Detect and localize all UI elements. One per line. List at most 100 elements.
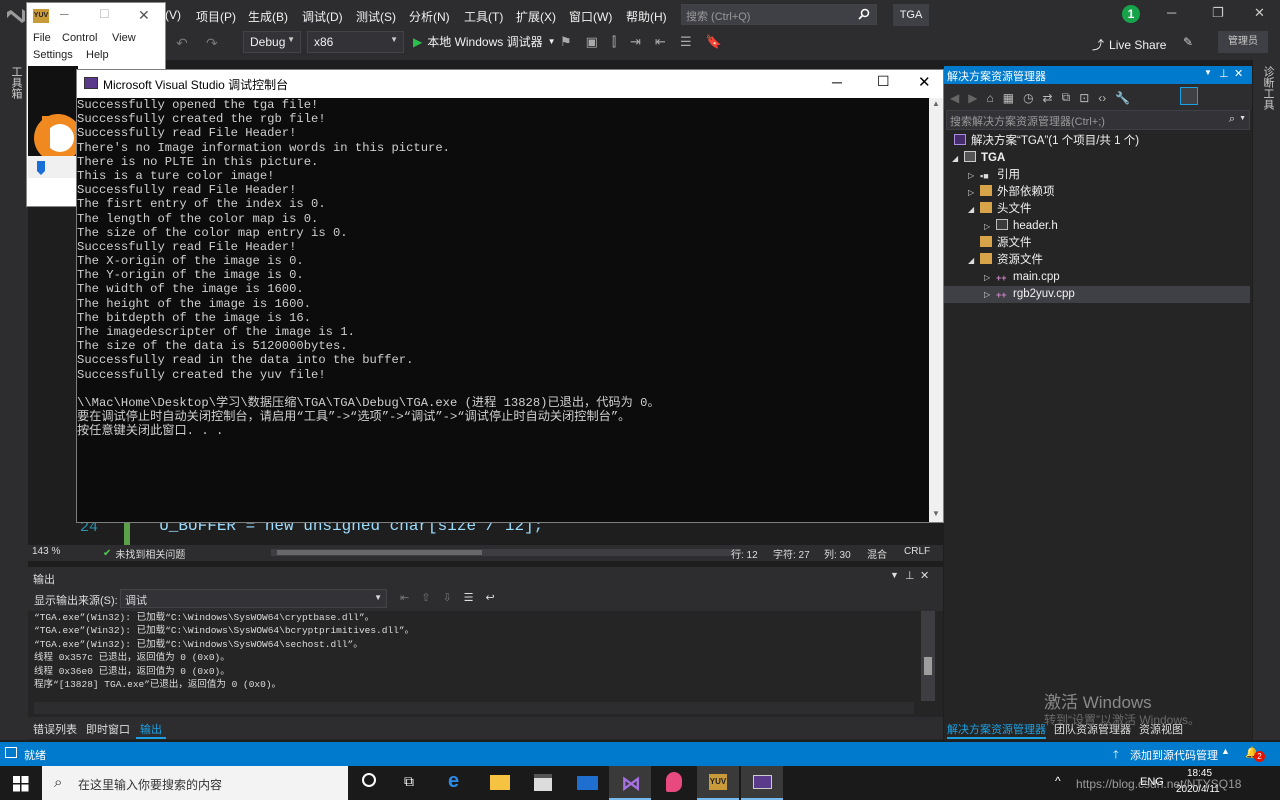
vs-search-box[interactable]: 搜索 (Ctrl+Q): [681, 4, 877, 25]
live-share-button[interactable]: ⤴ Live Share: [1092, 36, 1166, 53]
feedback-icon[interactable]: ✎: [1183, 35, 1193, 49]
close-icon[interactable]: ✕: [1234, 67, 1243, 80]
yuv-viewer-taskbar-icon[interactable]: YUV: [697, 766, 739, 800]
close-icon[interactable]: ✕: [918, 73, 931, 91]
minimize-icon[interactable]: ─: [832, 74, 842, 90]
tree-item-external-deps[interactable]: ▷ 外部依赖项: [968, 184, 1055, 201]
menu-help[interactable]: Help: [86, 49, 109, 61]
minimize-icon[interactable]: ─: [1167, 5, 1176, 20]
maximize-icon[interactable]: ☐: [877, 73, 890, 90]
configuration-select[interactable]: Debug ▼: [243, 31, 301, 53]
notification-count-badge[interactable]: 1: [1122, 5, 1140, 23]
tab-solution-explorer[interactable]: 解决方案资源管理器: [947, 721, 1046, 739]
menu-settings[interactable]: Settings: [33, 49, 73, 61]
back-icon[interactable]: ◀: [950, 91, 959, 105]
chevron-up-icon[interactable]: ▲: [1221, 746, 1230, 756]
redo-icon[interactable]: ↷: [206, 35, 218, 52]
diagnostics-tab[interactable]: 诊断工具: [1260, 66, 1276, 110]
show-all-files-icon[interactable]: ⊡: [1079, 91, 1089, 105]
menu-view[interactable]: (V): [165, 8, 181, 22]
screenshot-icon[interactable]: ▣: [586, 34, 598, 50]
visual-studio-taskbar-icon[interactable]: ⋈: [609, 766, 651, 800]
slider-thumb-icon[interactable]: [36, 160, 46, 176]
solution-explorer-title-bar[interactable]: 解决方案资源管理器 ▼ ⊥ ✕: [944, 66, 1252, 84]
chevron-up-icon[interactable]: ^: [1055, 774, 1061, 788]
clear-all-icon[interactable]: ☰: [464, 591, 474, 604]
word-wrap-icon[interactable]: ↩: [486, 591, 495, 604]
align-icon[interactable]: ⫿: [612, 34, 616, 50]
pending-changes-icon[interactable]: ◷: [1023, 91, 1033, 105]
find-message-icon[interactable]: ⇤: [400, 591, 409, 604]
solution-explorer-search[interactable]: 搜索解决方案资源管理器(Ctrl+;) ⌕ ▼: [946, 110, 1250, 130]
chevron-down-icon[interactable]: ▼: [1204, 68, 1212, 77]
previous-message-icon[interactable]: ⇧: [421, 591, 430, 604]
collapse-all-icon[interactable]: ⧉: [1062, 90, 1071, 105]
preview-selected-button[interactable]: [1180, 87, 1198, 105]
tree-item-references[interactable]: ▷ ▪■ 引用: [968, 167, 1020, 184]
tabs-mode[interactable]: 混合: [867, 546, 887, 561]
console-scrollbar[interactable]: ▲ ▼: [929, 98, 943, 522]
task-view-cortana-icon[interactable]: [349, 766, 391, 800]
output-window-icon[interactable]: [5, 747, 17, 758]
line-ending[interactable]: CRLF: [904, 546, 930, 557]
console-output[interactable]: Successfully opened the tga file! Success…: [77, 98, 929, 522]
taskbar-search-box[interactable]: ⌕ 在这里输入你要搜索的内容: [42, 766, 348, 800]
properties-icon[interactable]: 🔧: [1115, 91, 1130, 105]
close-icon[interactable]: ✕: [1254, 5, 1265, 21]
undo-icon[interactable]: ↶: [176, 35, 188, 52]
forward-icon[interactable]: ▶: [968, 91, 977, 105]
menu-control[interactable]: Control: [62, 32, 97, 44]
menu-build[interactable]: 生成(B): [248, 8, 288, 25]
chevron-down-icon[interactable]: ▼: [890, 570, 899, 580]
next-message-icon[interactable]: ⇩: [442, 591, 451, 604]
output-scrollbar[interactable]: [921, 611, 935, 701]
home-icon[interactable]: ⌂: [986, 91, 993, 105]
view-code-icon[interactable]: ‹›: [1098, 91, 1106, 105]
menu-tools[interactable]: 工具(T): [464, 8, 503, 25]
issues-indicator[interactable]: ✔ 未找到相关问题: [103, 546, 185, 561]
paint-3d-icon[interactable]: [653, 766, 695, 800]
add-source-control[interactable]: 添加到源代码管理: [1130, 747, 1218, 763]
sync-icon[interactable]: ⇄: [1043, 91, 1053, 105]
console-taskbar-icon[interactable]: [741, 766, 783, 800]
bookmark-icon[interactable]: ⚑: [560, 34, 572, 50]
menu-help[interactable]: 帮助(H): [626, 8, 667, 25]
mail-icon[interactable]: [566, 766, 608, 800]
minimize-icon[interactable]: ─: [60, 7, 69, 21]
menu-debug[interactable]: 调试(D): [302, 8, 343, 25]
close-icon[interactable]: ✕: [920, 569, 929, 582]
scroll-up-icon[interactable]: ▲: [932, 99, 940, 108]
scroll-down-icon[interactable]: ▼: [932, 509, 940, 518]
bookmark-set-icon[interactable]: 🔖: [706, 34, 722, 50]
windows-start-icon[interactable]: [13, 776, 29, 792]
comment-icon[interactable]: ☰: [680, 34, 692, 50]
menu-extensions[interactable]: 扩展(X): [516, 8, 556, 25]
menu-window[interactable]: 窗口(W): [569, 8, 612, 25]
tab-error-list[interactable]: 错误列表: [33, 721, 77, 737]
file-explorer-icon[interactable]: [479, 766, 521, 800]
pin-icon[interactable]: ⊥: [905, 569, 915, 582]
menu-analyze[interactable]: 分析(N): [409, 8, 450, 25]
output-source-select[interactable]: 调试 ▼: [120, 589, 387, 608]
tree-item-resource-files[interactable]: ◢ 资源文件: [968, 252, 1043, 269]
platform-select[interactable]: x86 ▼: [307, 31, 404, 53]
tree-item-source-files[interactable]: 源文件: [980, 235, 1032, 252]
tree-item-solution[interactable]: 解决方案“TGA”(1 个项目/共 1 个): [954, 133, 1139, 150]
output-hscrollbar[interactable]: [34, 702, 914, 714]
task-view-icon[interactable]: ⧉: [391, 766, 433, 800]
tab-output[interactable]: 输出: [136, 721, 166, 739]
restore-icon[interactable]: ❐: [1212, 5, 1224, 21]
maximize-icon[interactable]: ☐: [99, 7, 110, 21]
edge-browser-icon[interactable]: e: [436, 766, 478, 800]
debug-console-window[interactable]: Microsoft Visual Studio 调试控制台 ─ ☐ ✕ Succ…: [76, 69, 944, 523]
scrollbar-thumb[interactable]: [277, 550, 482, 555]
slider-track[interactable]: [28, 156, 78, 178]
toolbox-tab[interactable]: 工具箱: [8, 66, 24, 99]
scrollbar-thumb[interactable]: [924, 657, 932, 675]
tree-item-header-files[interactable]: ◢ 头文件: [968, 201, 1032, 218]
outdent-icon[interactable]: ⇤: [655, 34, 666, 50]
horizontal-scrollbar[interactable]: [271, 549, 741, 556]
switch-views-icon[interactable]: ▦: [1003, 91, 1014, 105]
zoom-level[interactable]: 143 %: [32, 546, 60, 557]
console-title-bar[interactable]: Microsoft Visual Studio 调试控制台 ─ ☐ ✕: [77, 70, 943, 98]
